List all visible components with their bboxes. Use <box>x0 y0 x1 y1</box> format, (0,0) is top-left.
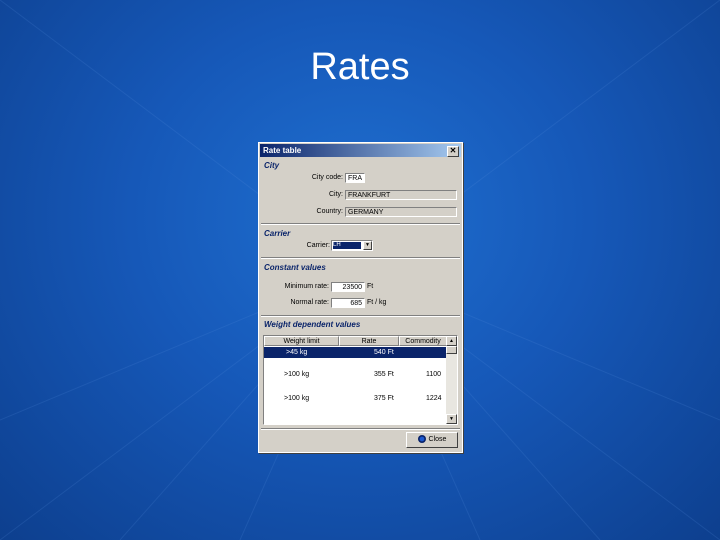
close-icon <box>417 435 426 444</box>
close-button-label: Close <box>428 436 447 443</box>
cell-rate: 355 Ft <box>374 371 394 378</box>
column-header-commodity[interactable]: Commodity <box>399 336 447 346</box>
normal-rate-input[interactable]: 685 <box>331 298 365 308</box>
arrow-down-icon[interactable]: ▼ <box>446 414 457 424</box>
arrow-up-icon[interactable]: ▲ <box>446 336 457 346</box>
cell-weight: >45 kg <box>286 349 308 356</box>
normal-rate-label: Normal rate: <box>290 299 329 306</box>
table-row[interactable]: >45 kg 540 Ft <box>264 347 447 358</box>
table-row[interactable]: >100 kg 375 Ft 1224 <box>264 393 447 404</box>
carrier-section-title: Carrier <box>264 229 291 238</box>
constant-section-title: Constant values <box>264 263 326 272</box>
window-title: Rate table <box>263 146 302 155</box>
city-code-input[interactable]: FRA <box>345 173 365 183</box>
table-row[interactable]: >100 kg 355 Ft 1100 <box>264 369 447 380</box>
vertical-scrollbar[interactable]: ▲ ▼ <box>446 336 457 424</box>
carrier-label: Carrier: <box>306 242 330 249</box>
chevron-down-icon[interactable]: ▼ <box>363 241 372 250</box>
close-button[interactable]: Close <box>406 432 458 448</box>
cell-weight: >100 kg <box>284 395 310 402</box>
divider <box>261 223 460 225</box>
carrier-selected-value: LH <box>333 242 361 249</box>
minimum-rate-label: Minimum rate: <box>284 283 329 290</box>
divider <box>261 315 460 317</box>
city-code-label: City code: <box>311 174 343 181</box>
city-field: FRANKFURT <box>345 190 457 200</box>
weight-section-title: Weight dependent values <box>264 320 361 329</box>
country-field: GERMANY <box>345 207 457 217</box>
cell-commodity: 1224 <box>426 395 442 402</box>
country-label: Country: <box>316 208 343 215</box>
minimum-rate-unit: Ft <box>367 283 374 290</box>
weight-rates-table[interactable]: Weight limit Rate Commodity >45 kg 540 F… <box>263 335 458 425</box>
city-label: City: <box>329 191 343 198</box>
cell-rate: 375 Ft <box>374 395 394 402</box>
table-header: Weight limit Rate Commodity <box>264 336 447 346</box>
city-section-title: City <box>264 161 280 170</box>
slide-title: Rates <box>310 46 410 88</box>
scroll-thumb[interactable] <box>446 346 457 354</box>
minimum-rate-input[interactable]: 23500 <box>331 282 365 292</box>
column-header-weight[interactable]: Weight limit <box>264 336 339 346</box>
cell-commodity: 1100 <box>426 371 442 378</box>
divider <box>261 428 460 430</box>
cell-rate: 540 Ft <box>374 349 394 356</box>
window-close-icon[interactable]: ✕ <box>447 146 459 157</box>
carrier-select[interactable]: LH ▼ <box>331 240 373 251</box>
normal-rate-unit: Ft / kg <box>367 299 387 306</box>
cell-weight: >100 kg <box>284 371 310 378</box>
divider <box>261 257 460 259</box>
column-header-rate[interactable]: Rate <box>339 336 399 346</box>
rate-table-window: Rate table ✕ City City code: FRA City: F… <box>258 142 463 453</box>
window-titlebar[interactable]: Rate table ✕ <box>260 144 461 157</box>
